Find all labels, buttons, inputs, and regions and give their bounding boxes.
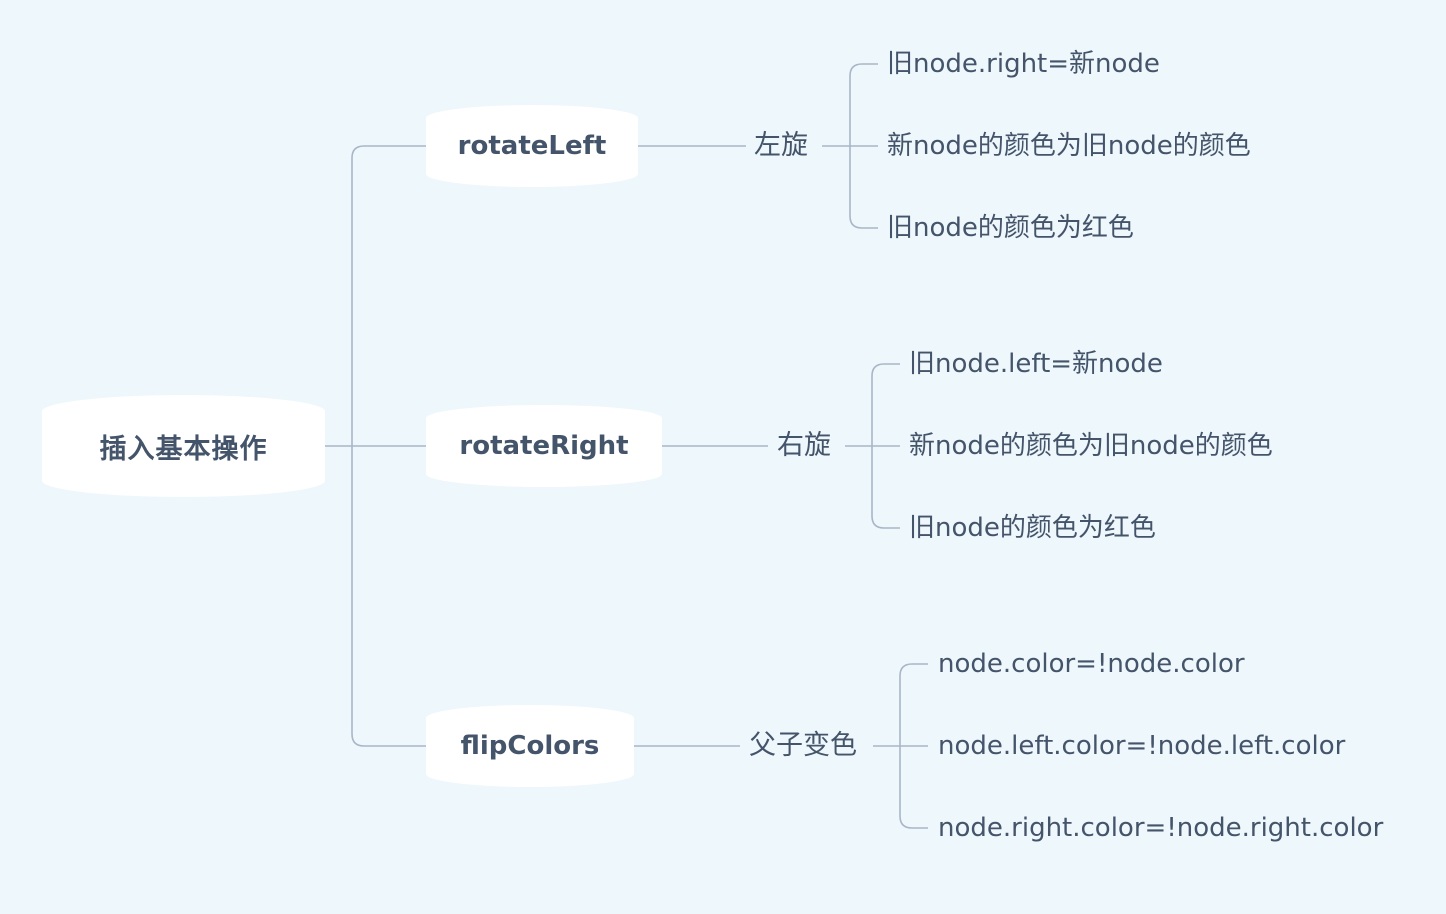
branch-label: rotateRight bbox=[459, 431, 629, 461]
leaf-item[interactable]: node.color=!node.color bbox=[938, 644, 1245, 684]
mind-map: 插入基本操作 rotateLeft rotateRight flipColors… bbox=[0, 0, 1446, 914]
root-node[interactable]: 插入基本操作 bbox=[42, 395, 325, 497]
leaf-item[interactable]: 旧node.left=新node bbox=[909, 344, 1163, 384]
sub-topic-rotate-left[interactable]: 左旋 bbox=[754, 126, 808, 166]
leaf-item[interactable]: 旧node的颜色为红色 bbox=[909, 508, 1156, 548]
leaf-item[interactable]: node.right.color=!node.right.color bbox=[938, 808, 1383, 848]
branch-label: flipColors bbox=[460, 731, 600, 761]
leaf-item[interactable]: 旧node的颜色为红色 bbox=[887, 208, 1134, 248]
leaf-item[interactable]: 新node的颜色为旧node的颜色 bbox=[909, 426, 1273, 466]
root-label: 插入基本操作 bbox=[99, 433, 268, 465]
branch-node-flip-colors[interactable]: flipColors bbox=[426, 705, 634, 787]
leaf-item[interactable]: node.left.color=!node.left.color bbox=[938, 726, 1345, 766]
branch-node-rotate-right[interactable]: rotateRight bbox=[426, 405, 662, 487]
leaf-item[interactable]: 新node的颜色为旧node的颜色 bbox=[887, 126, 1251, 166]
sub-topic-flip-colors[interactable]: 父子变色 bbox=[749, 726, 857, 766]
branch-label: rotateLeft bbox=[457, 131, 607, 161]
branch-node-rotate-left[interactable]: rotateLeft bbox=[426, 105, 638, 187]
sub-topic-rotate-right[interactable]: 右旋 bbox=[777, 426, 831, 466]
leaf-item[interactable]: 旧node.right=新node bbox=[887, 44, 1160, 84]
